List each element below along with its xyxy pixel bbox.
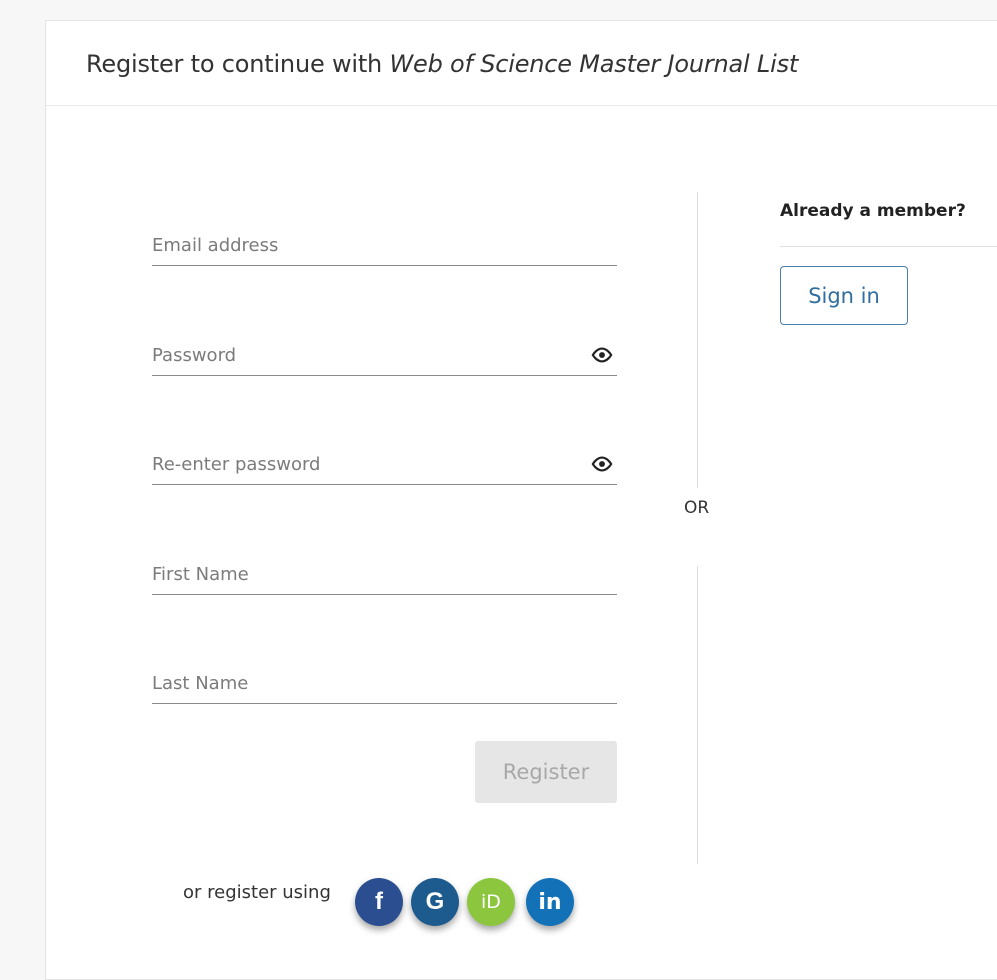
confirm-password-field: [152, 445, 617, 485]
email-field: [152, 226, 617, 266]
first-name-input[interactable]: [152, 555, 617, 594]
password-input[interactable]: [152, 336, 617, 375]
last-name-input[interactable]: [152, 664, 617, 703]
first-name-field: [152, 555, 617, 595]
confirm-password-input[interactable]: [152, 445, 617, 484]
member-divider: [780, 246, 997, 247]
eye-icon[interactable]: [591, 347, 613, 363]
orcid-glyph: iD: [481, 891, 501, 913]
password-field: [152, 336, 617, 376]
vertical-divider-bottom: [697, 566, 698, 864]
product-name: Web of Science Master Journal List: [389, 50, 799, 78]
email-input[interactable]: [152, 226, 617, 265]
divider-or-label: OR: [684, 498, 710, 518]
google-icon[interactable]: G: [411, 878, 459, 926]
linkedin-glyph: in: [538, 889, 562, 915]
google-glyph: G: [425, 888, 445, 915]
page-title: Register to continue with Web of Science…: [86, 50, 799, 78]
register-card: Register to continue with Web of Science…: [45, 20, 997, 980]
eye-icon[interactable]: [591, 456, 613, 472]
vertical-divider-top: [697, 192, 698, 488]
facebook-icon[interactable]: f: [355, 878, 403, 926]
register-button[interactable]: Register: [475, 741, 617, 803]
social-register-label: or register using: [183, 882, 331, 903]
orcid-icon[interactable]: iD: [467, 878, 515, 926]
sign-in-button[interactable]: Sign in: [780, 266, 908, 325]
last-name-field: [152, 664, 617, 704]
card-header: Register to continue with Web of Science…: [46, 21, 997, 106]
facebook-glyph: f: [375, 888, 383, 915]
already-member-heading: Already a member?: [780, 201, 966, 221]
linkedin-icon[interactable]: in: [526, 878, 574, 926]
